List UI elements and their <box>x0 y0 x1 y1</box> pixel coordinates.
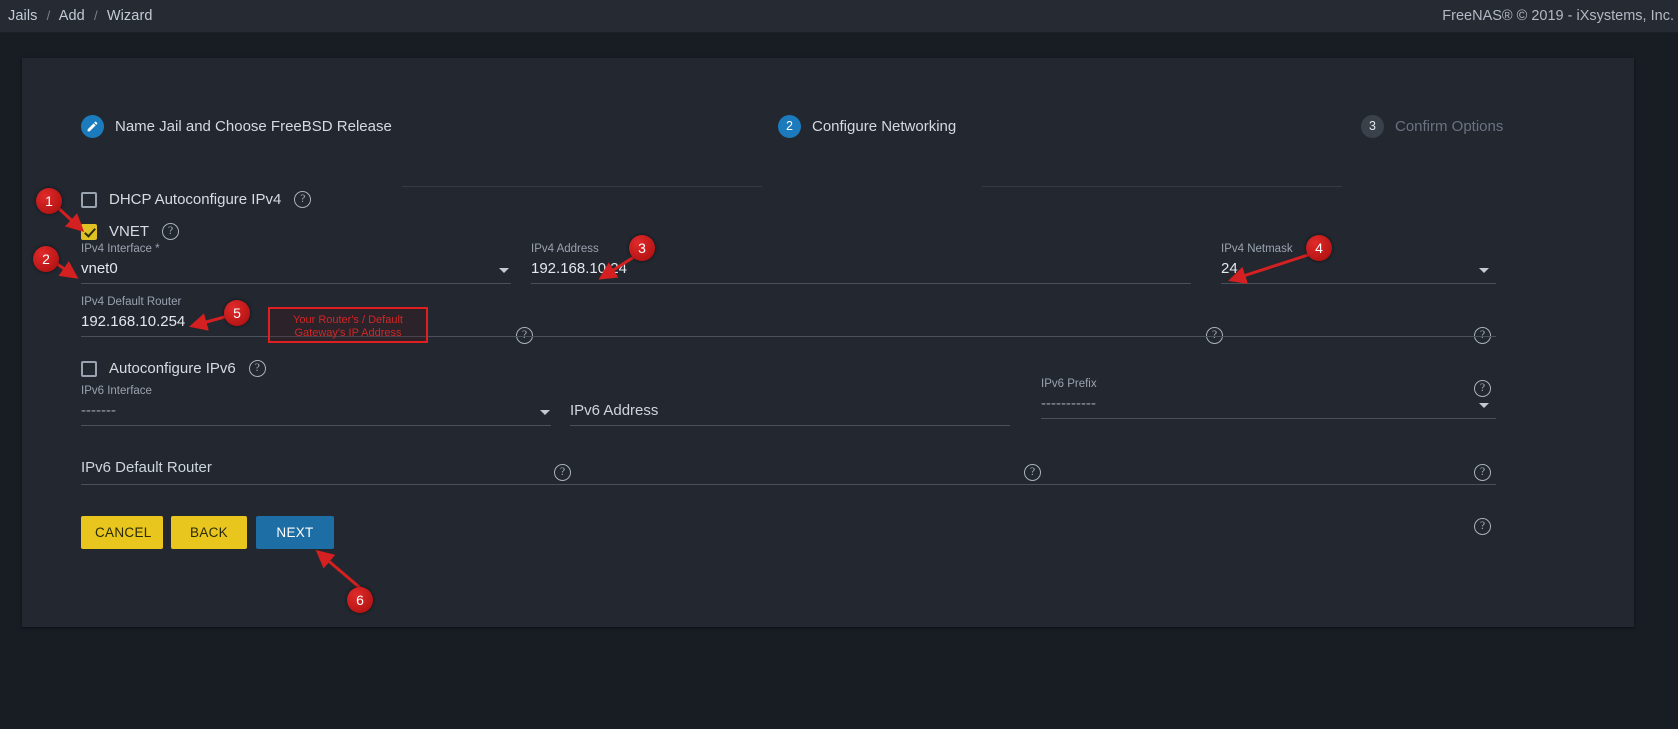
copyright-text: FreeNAS® © 2019 - iXsystems, Inc. <box>1442 8 1674 24</box>
annotation-badge-3: 3 <box>629 235 655 261</box>
breadcrumb-item-add[interactable]: Add <box>59 8 85 24</box>
autoconfigure-ipv6-help-icon[interactable]: ? <box>248 360 266 377</box>
ipv6-prefix-chevron-down-icon[interactable] <box>1479 403 1489 408</box>
breadcrumb-item-wizard[interactable]: Wizard <box>107 8 153 24</box>
ipv6-address-underline <box>570 425 1010 426</box>
autoconfigure-ipv6-label: Autoconfigure IPv6 <box>109 360 236 377</box>
cancel-button[interactable]: CANCEL <box>81 516 163 549</box>
ipv4-netmask-row-help-icon[interactable]: ? <box>1474 325 1491 345</box>
ipv6-default-router-underline <box>81 484 1496 485</box>
ipv4-address-help-icon[interactable]: ? <box>516 325 533 345</box>
vnet-label: VNET <box>109 223 150 240</box>
ipv6-prefix-row-help-icon[interactable]: ? <box>1474 462 1491 482</box>
annotation-badge-2: 2 <box>33 246 59 272</box>
router-gateway-callout-box: Your Router's / Default Gateway's IP Add… <box>268 307 428 343</box>
ipv4-interface-underline <box>81 283 511 284</box>
ipv4-default-router-help-icon[interactable]: ? <box>1474 378 1491 398</box>
ipv4-netmask-chevron-down-icon[interactable] <box>1479 268 1489 273</box>
ipv6-default-router-help-icon[interactable]: ? <box>1474 516 1491 536</box>
ipv4-netmask-help-icon[interactable]: ? <box>1206 325 1223 345</box>
annotation-badge-4: 4 <box>1306 235 1332 261</box>
annotation-badge-5: 5 <box>224 300 250 326</box>
ipv6-prefix-value[interactable]: ----------- <box>1041 395 1096 412</box>
ipv6-interface-chevron-down-icon[interactable] <box>540 410 550 415</box>
ipv4-default-router-value[interactable]: 192.168.10.254 <box>81 313 185 330</box>
ipv6-prefix-underline <box>1041 418 1496 419</box>
next-button[interactable]: NEXT <box>256 516 334 549</box>
ipv6-prefix-label: IPv6 Prefix <box>1041 378 1097 390</box>
ipv6-default-router-placeholder[interactable]: IPv6 Default Router <box>81 459 212 476</box>
autoconfigure-ipv6-row[interactable]: Autoconfigure IPv6 ? <box>81 360 266 377</box>
vnet-help-icon[interactable]: ? <box>162 223 180 240</box>
back-button[interactable]: BACK <box>171 516 247 549</box>
ipv6-interface-label: IPv6 Interface <box>81 385 152 397</box>
ipv6-interface-underline <box>81 425 551 426</box>
ipv4-default-router-label: IPv4 Default Router <box>81 296 182 308</box>
dhcp-autoconfigure-ipv4-help-icon[interactable]: ? <box>294 191 312 208</box>
dhcp-autoconfigure-ipv4-row[interactable]: DHCP Autoconfigure IPv4 ? <box>81 191 312 208</box>
annotation-badge-1: 1 <box>36 188 62 214</box>
ipv4-address-label: IPv4 Address <box>531 243 599 255</box>
autoconfigure-ipv6-checkbox[interactable] <box>81 360 97 377</box>
dhcp-autoconfigure-ipv4-label: DHCP Autoconfigure IPv4 <box>109 191 282 208</box>
ipv6-address-help-icon[interactable]: ? <box>554 462 571 482</box>
ipv6-address-placeholder[interactable]: IPv6 Address <box>570 402 658 419</box>
ipv6-prefix-help-icon[interactable]: ? <box>1024 462 1041 482</box>
app-window: Jails / Add / Wizard FreeNAS® © 2019 - i… <box>0 0 1678 729</box>
annotation-badge-6: 6 <box>347 587 373 613</box>
networking-form: DHCP Autoconfigure IPv4 ? VNET ? IPv4 In… <box>22 58 1634 627</box>
breadcrumb-separator: / <box>93 8 98 23</box>
top-bar: Jails / Add / Wizard FreeNAS® © 2019 - i… <box>0 0 1678 33</box>
breadcrumb-item-jails[interactable]: Jails <box>8 8 38 24</box>
ipv4-interface-chevron-down-icon[interactable] <box>499 268 509 273</box>
ipv6-interface-value[interactable]: ------- <box>81 402 116 419</box>
wizard-card: Name Jail and Choose FreeBSD Release 2 C… <box>22 58 1634 627</box>
vnet-row[interactable]: VNET ? <box>81 223 180 240</box>
annotation-arrow-4 <box>1228 252 1312 284</box>
breadcrumb-separator: / <box>46 8 51 23</box>
breadcrumb: Jails / Add / Wizard <box>8 8 153 24</box>
